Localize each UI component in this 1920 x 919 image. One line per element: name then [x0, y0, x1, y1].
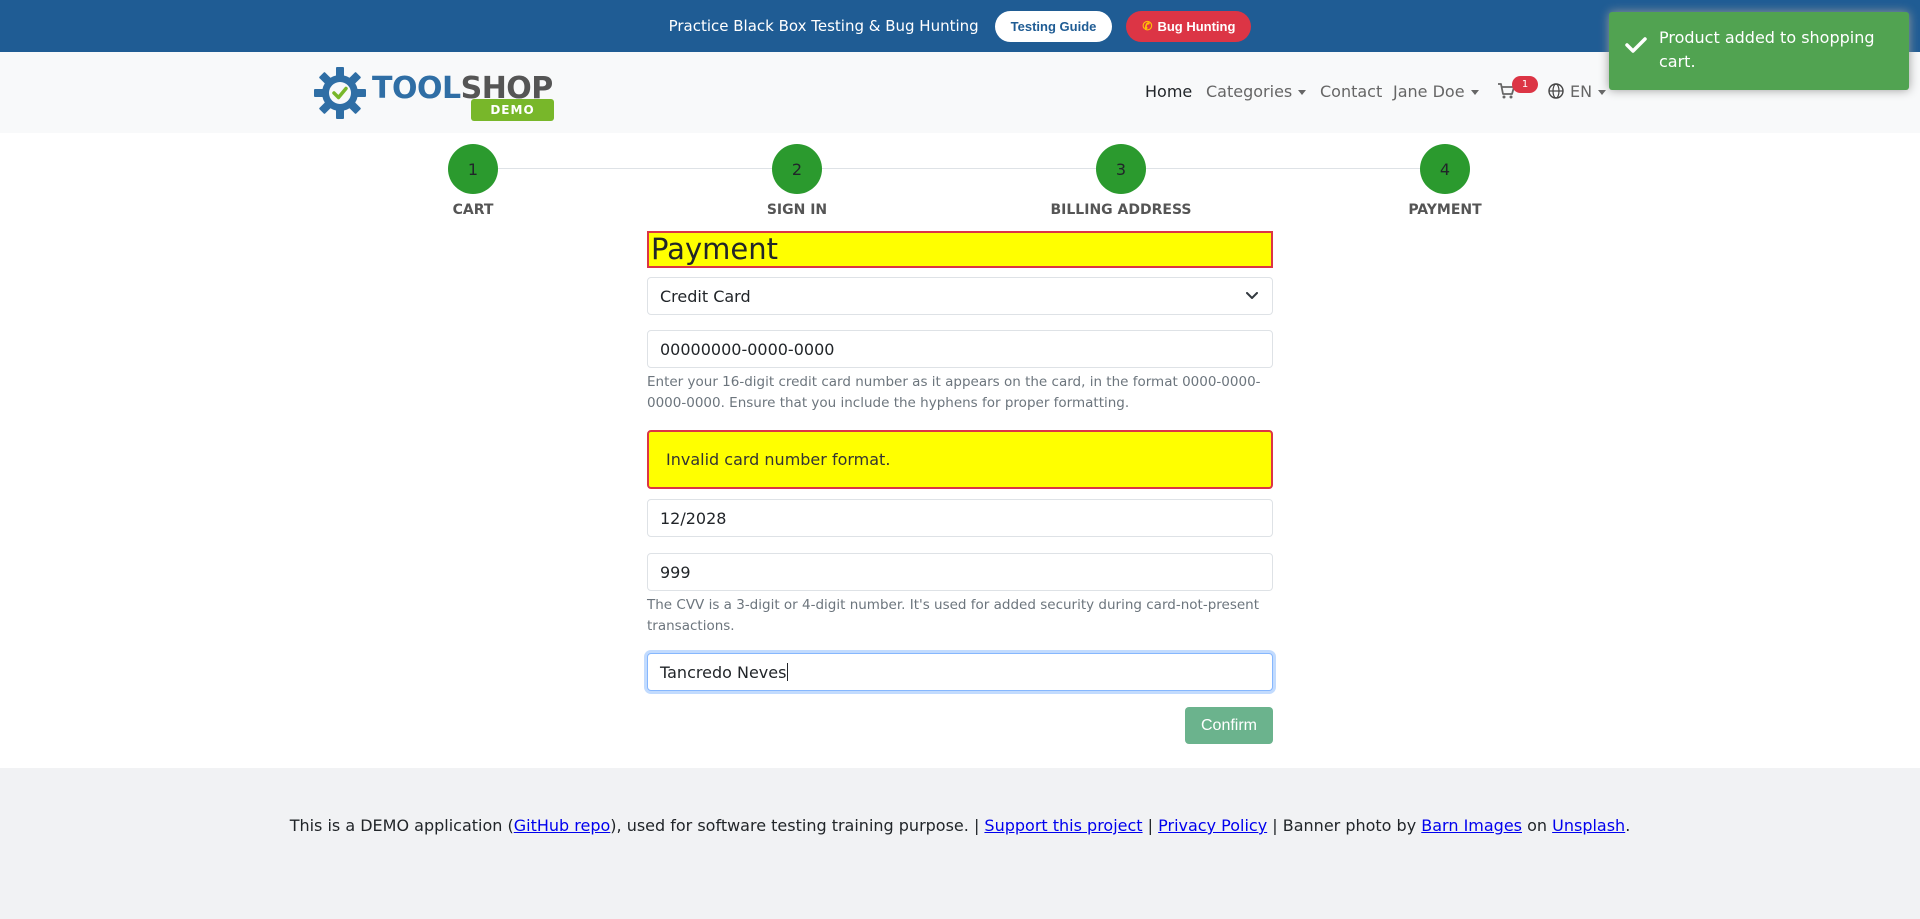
- chevron-down-icon: [1470, 90, 1479, 95]
- footer-separator: |: [1142, 816, 1159, 835]
- text-cursor: [787, 663, 789, 681]
- nav-home[interactable]: Home: [1145, 82, 1192, 101]
- step-cart: 1 CART: [448, 144, 498, 218]
- gear-logo-icon: [314, 67, 366, 119]
- payment-title: Payment: [647, 231, 1273, 268]
- expiration-date-input[interactable]: 12/2028: [647, 499, 1273, 537]
- card-number-error: Invalid card number format.: [647, 430, 1273, 489]
- checkmark-icon: [1625, 37, 1647, 53]
- language-selector[interactable]: EN: [1570, 82, 1607, 101]
- payment-method-select[interactable]: Credit Card: [647, 277, 1273, 315]
- card-number-help: Enter your 16-digit credit card number a…: [647, 374, 1261, 411]
- chevron-down-icon: [1246, 292, 1258, 299]
- step-label: PAYMENT: [1408, 202, 1482, 218]
- footer-text-part: | Banner photo by: [1267, 816, 1422, 835]
- step-payment: 4 PAYMENT: [1408, 144, 1482, 218]
- chevron-down-icon: [1298, 90, 1307, 95]
- step-label: BILLING ADDRESS: [1050, 202, 1192, 218]
- toolshop-logo[interactable]: TOOLSHOP DEMO: [312, 65, 557, 121]
- card-number-input[interactable]: 00000000-0000-0000: [647, 330, 1273, 368]
- github-repo-link[interactable]: GitHub repo: [514, 816, 611, 835]
- payment-method-value: Credit Card: [660, 286, 751, 306]
- support-project-link[interactable]: Support this project: [984, 816, 1142, 835]
- footer-text: This is a DEMO application (GitHub repo)…: [0, 816, 1920, 835]
- step-label: CART: [452, 202, 494, 218]
- cart-count-badge: 1: [1512, 76, 1538, 93]
- phone-icon: ✆: [1142, 19, 1153, 33]
- step-billing-address: 3 BILLING ADDRESS: [1051, 144, 1191, 218]
- toast-notification[interactable]: Product added to shopping cart.: [1609, 12, 1909, 90]
- footer-text-part: .: [1625, 816, 1631, 835]
- barn-images-link[interactable]: Barn Images: [1421, 816, 1522, 835]
- step-number: 1: [448, 144, 498, 194]
- steps-connector-line: [473, 168, 1445, 169]
- footer-text-part: on: [1522, 816, 1553, 835]
- banner-text: Practice Black Box Testing & Bug Hunting: [668, 17, 979, 35]
- unsplash-link[interactable]: Unsplash: [1552, 816, 1625, 835]
- cvv-help: The CVV is a 3-digit or 4-digit number. …: [647, 597, 1260, 634]
- nav-user-menu[interactable]: Jane Doe: [1393, 82, 1479, 101]
- step-label: SIGN IN: [766, 202, 828, 218]
- step-number: 3: [1096, 144, 1146, 194]
- step-sign-in: 2 SIGN IN: [767, 144, 827, 218]
- cvv-value: 999: [660, 562, 691, 582]
- confirm-button[interactable]: Confirm: [1185, 707, 1273, 744]
- chevron-down-icon: [1598, 90, 1607, 95]
- card-number-value: 00000000-0000-0000: [660, 339, 835, 359]
- step-number: 2: [772, 144, 822, 194]
- logo-demo-badge: DEMO: [471, 99, 554, 121]
- toast-message: Product added to shopping cart.: [1659, 28, 1875, 71]
- nav-contact[interactable]: Contact: [1320, 82, 1382, 101]
- footer-text-part: This is a DEMO application (: [289, 816, 514, 835]
- nav-categories-label: Categories: [1206, 82, 1293, 101]
- card-holder-value: Tancredo Neves: [660, 662, 787, 682]
- nav-categories[interactable]: Categories: [1206, 82, 1307, 101]
- bug-hunting-label: Bug Hunting: [1157, 18, 1236, 34]
- step-number: 4: [1420, 144, 1470, 194]
- language-label: EN: [1570, 82, 1593, 101]
- testing-guide-button[interactable]: Testing Guide: [994, 10, 1113, 42]
- card-holder-input[interactable]: Tancredo Neves: [647, 653, 1273, 691]
- footer-text-part: ), used for software testing training pu…: [610, 816, 985, 835]
- cvv-input[interactable]: 999: [647, 553, 1273, 591]
- bug-hunting-button[interactable]: ✆ Bug Hunting: [1126, 10, 1252, 42]
- expiration-date-value: 12/2028: [660, 508, 727, 528]
- globe-icon: [1548, 83, 1564, 99]
- footer: This is a DEMO application (GitHub repo)…: [0, 768, 1920, 919]
- nav-user-label: Jane Doe: [1393, 82, 1465, 101]
- privacy-policy-link[interactable]: Privacy Policy: [1158, 816, 1267, 835]
